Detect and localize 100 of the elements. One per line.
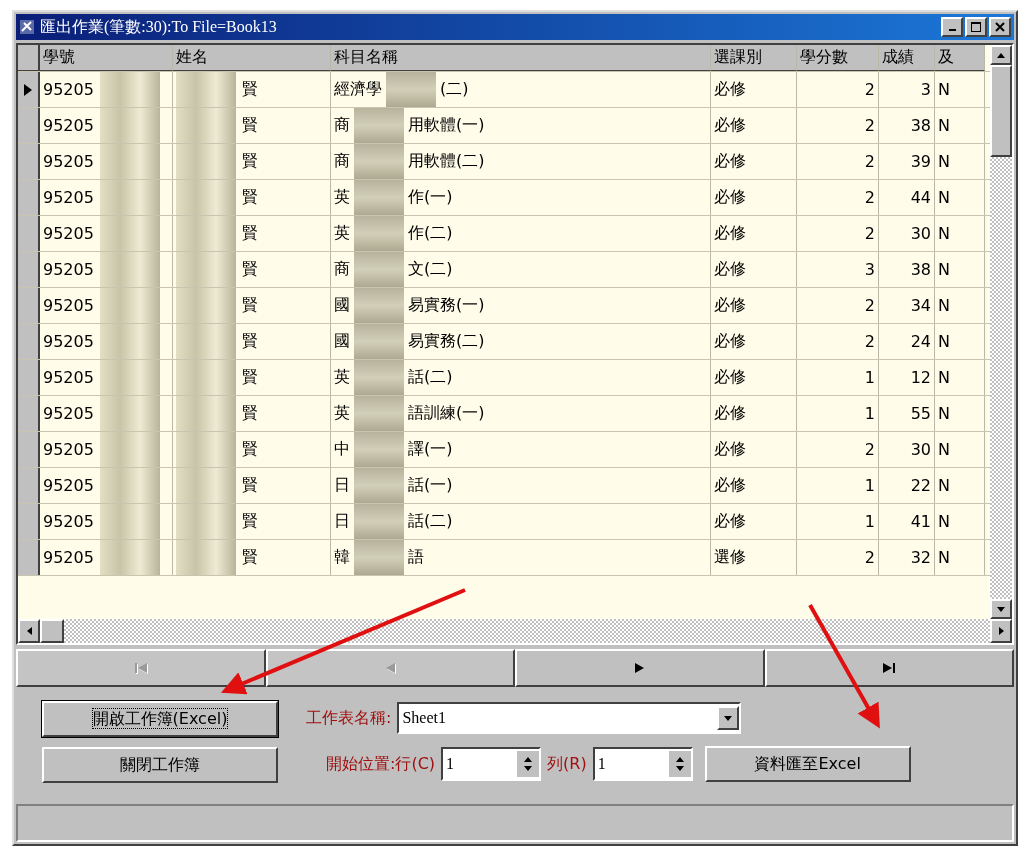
vertical-scrollbar[interactable] xyxy=(990,45,1012,619)
table-cell: N xyxy=(938,548,950,567)
table-cell: 95205 xyxy=(43,80,94,99)
row-indicator[interactable] xyxy=(18,540,40,575)
table-cell: 12 xyxy=(910,368,931,387)
maximize-icon xyxy=(971,22,981,32)
table-cell: 必修 xyxy=(714,187,746,208)
table-cell: 賢 xyxy=(242,79,258,100)
blur-patch xyxy=(176,180,236,215)
export-button[interactable]: 資料匯至Excel xyxy=(704,746,911,782)
blur-patch xyxy=(99,504,160,539)
table-cell: 賢 xyxy=(242,439,258,460)
minimize-button[interactable] xyxy=(941,17,963,37)
row-indicator[interactable] xyxy=(18,72,40,107)
table-cell: 賢 xyxy=(242,187,258,208)
blur-patch xyxy=(354,432,404,467)
table-cell: 必修 xyxy=(714,403,746,424)
blur-patch xyxy=(354,324,404,359)
navigator-button[interactable] xyxy=(764,649,1014,687)
column-header[interactable]: 成績 xyxy=(879,45,935,71)
table-cell: 作(二) xyxy=(408,223,453,244)
dropdown-arrow-icon xyxy=(724,715,733,721)
row-indicator[interactable] xyxy=(18,216,40,251)
column-spin-field[interactable]: 1 xyxy=(592,747,693,781)
table-cell: N xyxy=(938,404,950,423)
table-cell: 中 xyxy=(334,439,350,460)
navigator-button[interactable] xyxy=(515,649,765,687)
row-indicator[interactable] xyxy=(18,288,40,323)
table-cell: 賢 xyxy=(242,511,258,532)
column-header[interactable]: 學號 xyxy=(40,45,173,71)
next-icon xyxy=(634,663,645,673)
close-button[interactable] xyxy=(989,17,1011,37)
table-cell: 用軟體(二) xyxy=(408,151,485,172)
table-cell: 55 xyxy=(910,404,931,423)
table-cell: 話(二) xyxy=(408,367,453,388)
close-workbook-button[interactable]: 關閉工作簿 xyxy=(42,747,278,783)
table-cell: 必修 xyxy=(714,79,746,100)
row-indicator[interactable] xyxy=(18,432,40,467)
blur-patch xyxy=(176,144,236,179)
column-header[interactable]: 姓名 xyxy=(173,45,331,71)
table-cell: 3 xyxy=(920,80,931,99)
blur-patch xyxy=(176,252,236,287)
scroll-thumb[interactable] xyxy=(40,619,64,643)
table-cell: 32 xyxy=(910,548,931,567)
row-indicator[interactable] xyxy=(18,252,40,287)
table-cell: 2 xyxy=(864,188,875,207)
blur-patch xyxy=(354,108,404,143)
scroll-thumb[interactable] xyxy=(990,65,1012,157)
row-indicator[interactable] xyxy=(18,108,40,143)
table-cell: 必修 xyxy=(714,439,746,460)
row-indicator[interactable] xyxy=(18,468,40,503)
row-spin-field[interactable]: 1 xyxy=(441,747,542,781)
first-record-icon xyxy=(134,663,147,673)
row-indicator[interactable] xyxy=(18,180,40,215)
table-cell: 95205 xyxy=(43,476,94,495)
row-indicator[interactable] xyxy=(18,360,40,395)
blur-patch xyxy=(354,180,404,215)
column-header[interactable]: 選課別 xyxy=(711,45,797,71)
row-indicator[interactable] xyxy=(18,144,40,179)
table-cell: 必修 xyxy=(714,223,746,244)
table-cell: 3 xyxy=(864,260,875,279)
blur-patch xyxy=(99,432,160,467)
table-cell: 24 xyxy=(910,332,931,351)
open-workbook-button[interactable]: 開啟工作簿(Excel) xyxy=(42,701,278,737)
table-cell: N xyxy=(938,512,950,531)
table-cell: 日 xyxy=(334,511,350,532)
table-cell: 賢 xyxy=(242,223,258,244)
table-cell: 文(二) xyxy=(408,259,453,280)
sheet-dropdown[interactable]: Sheet1 xyxy=(397,702,742,734)
table-cell: 95205 xyxy=(43,404,94,423)
table-cell: 95205 xyxy=(43,116,94,135)
row-indicator[interactable] xyxy=(18,324,40,359)
blur-patch xyxy=(99,252,160,287)
column-header[interactable]: 學分數 xyxy=(797,45,879,71)
maximize-button[interactable] xyxy=(965,17,987,37)
table-cell: 必修 xyxy=(714,331,746,352)
table-cell: 國 xyxy=(334,331,350,352)
blur-patch xyxy=(354,540,404,575)
table-cell: 商 xyxy=(334,115,350,136)
table-cell: 30 xyxy=(910,440,931,459)
horizontal-scrollbar[interactable] xyxy=(18,619,1012,643)
blur-patch xyxy=(354,288,404,323)
table-cell: 韓 xyxy=(334,547,350,568)
row-indicator[interactable] xyxy=(18,396,40,431)
column-label: 列(R) xyxy=(547,753,587,775)
table-cell: (二) xyxy=(440,79,469,100)
column-header[interactable]: 及 xyxy=(935,45,985,71)
blur-patch xyxy=(99,72,160,107)
blur-patch xyxy=(176,432,236,467)
table-cell: 1 xyxy=(864,476,875,495)
column-header[interactable]: 科目名稱 xyxy=(331,45,711,71)
blur-patch xyxy=(99,180,160,215)
row-indicator[interactable] xyxy=(18,504,40,539)
table-cell: 經濟學 xyxy=(334,79,382,100)
blur-patch xyxy=(99,324,160,359)
blur-patch xyxy=(99,360,160,395)
table-cell: 話(一) xyxy=(408,475,453,496)
table-cell: 95205 xyxy=(43,548,94,567)
table-cell: N xyxy=(938,80,950,99)
blur-patch xyxy=(176,396,236,431)
